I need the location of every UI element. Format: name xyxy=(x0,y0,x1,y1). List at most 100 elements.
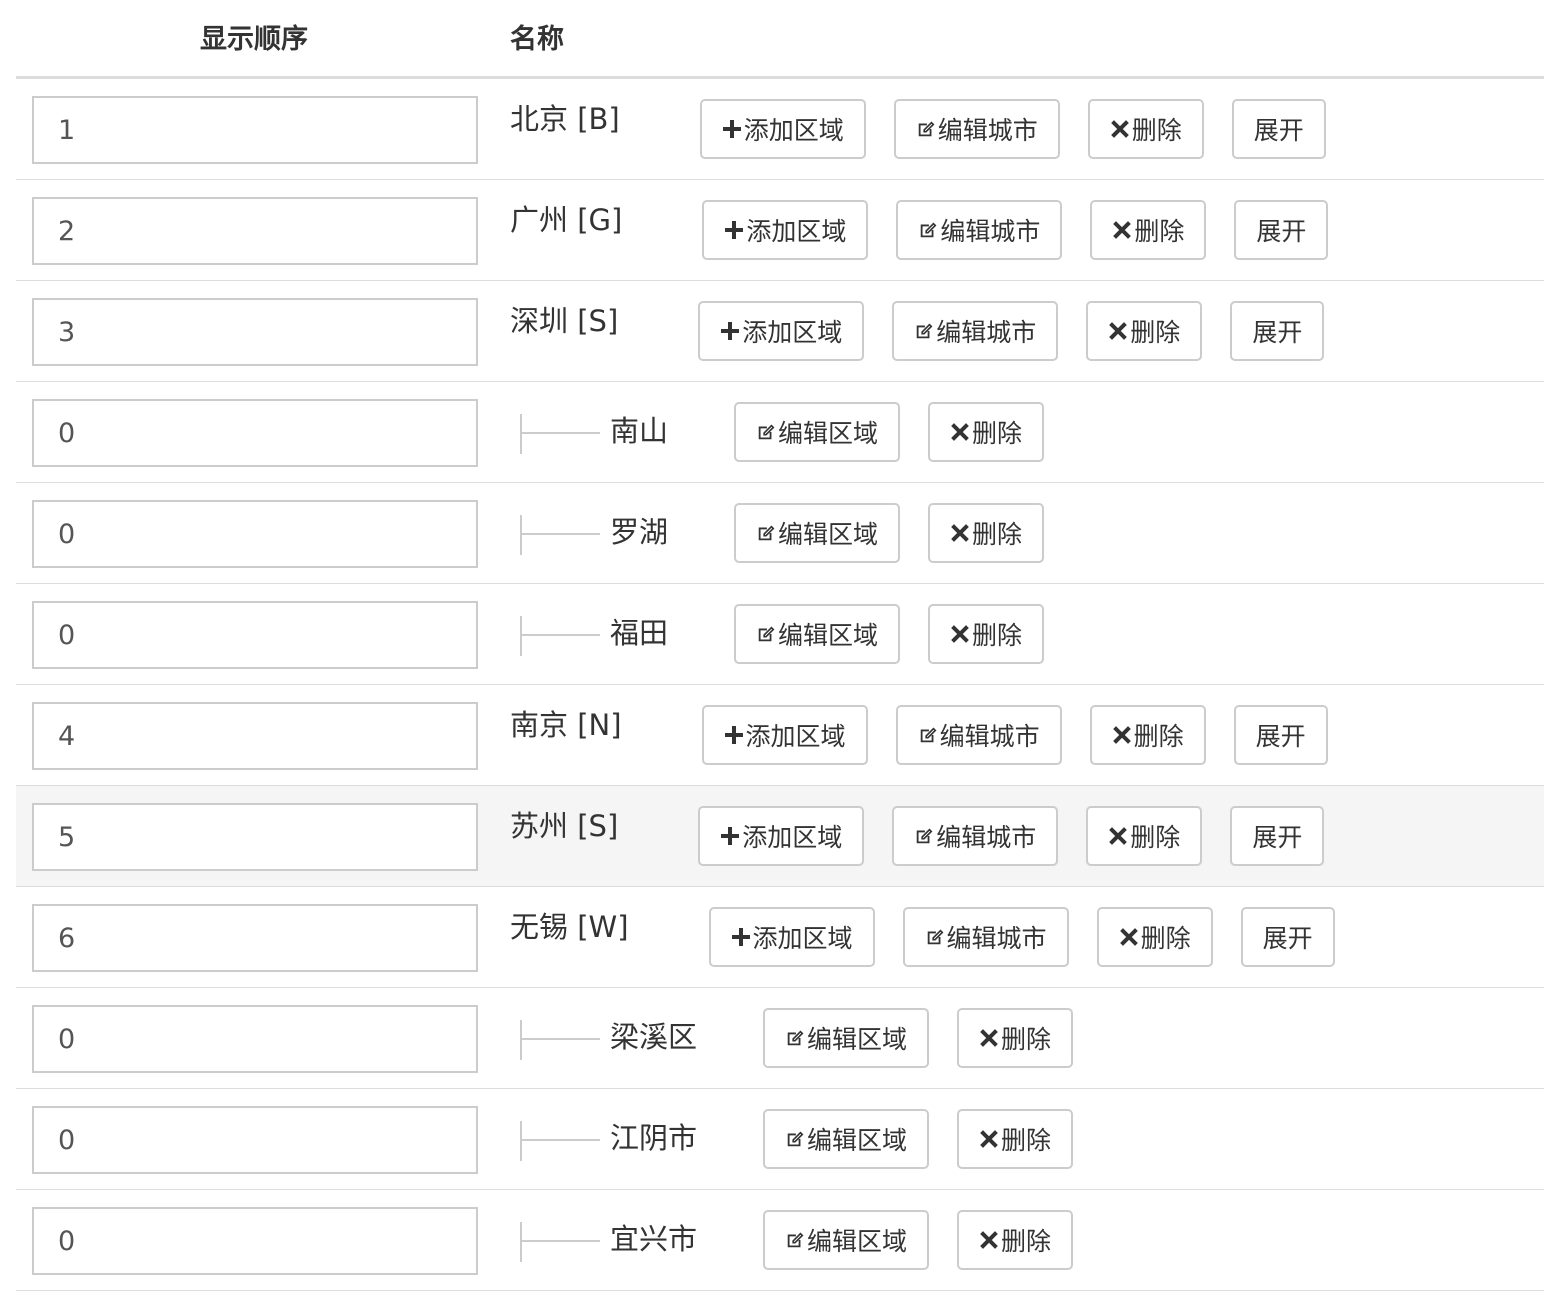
display-order-input[interactable] xyxy=(32,1005,478,1073)
delete-button[interactable]: 删除 xyxy=(1096,907,1213,967)
delete-button[interactable]: 删除 xyxy=(1086,806,1203,866)
name-cell: 苏州 [S] 添加区域 编辑城市 删除 展开 xyxy=(510,786,1352,886)
add-area-button[interactable]: 添加区域 xyxy=(708,907,875,967)
area-name: 宜兴市 xyxy=(610,1222,698,1256)
display-order-input[interactable] xyxy=(32,500,478,568)
edit-icon xyxy=(914,320,934,342)
tree-branch-icon xyxy=(520,1121,600,1161)
edit-icon xyxy=(756,623,776,645)
delete-button[interactable]: 删除 xyxy=(957,1008,1074,1068)
tree-branch-icon xyxy=(520,1222,600,1262)
delete-button-label: 删除 xyxy=(1001,1126,1052,1155)
delete-button-label: 删除 xyxy=(1140,924,1191,953)
plus-icon xyxy=(731,926,751,948)
row-actions: 添加区域 编辑城市 删除 展开 xyxy=(698,806,1352,866)
display-order-input[interactable] xyxy=(32,197,478,265)
plus-icon xyxy=(720,825,740,847)
edit-icon xyxy=(914,825,934,847)
display-order-input[interactable] xyxy=(32,601,478,669)
display-order-input[interactable] xyxy=(32,904,478,972)
row-actions: 添加区域 编辑城市 删除 展开 xyxy=(708,907,1363,967)
expand-button[interactable]: 展开 xyxy=(1234,200,1329,260)
plus-icon xyxy=(724,724,744,746)
display-order-input[interactable] xyxy=(32,96,478,164)
expand-button[interactable]: 展开 xyxy=(1230,301,1325,361)
edit-area-button[interactable]: 编辑区域 xyxy=(734,503,901,563)
row-actions: 添加区域 编辑城市 删除 展开 xyxy=(698,301,1352,361)
edit-city-button-label: 编辑城市 xyxy=(936,823,1037,852)
add-area-button[interactable]: 添加区域 xyxy=(701,705,868,765)
edit-area-button[interactable]: 编辑区域 xyxy=(734,402,901,462)
delete-button[interactable]: 删除 xyxy=(1087,99,1204,159)
delete-button[interactable]: 删除 xyxy=(957,1210,1074,1270)
city-row: 无锡 [W] 添加区域 编辑城市 删除 展开 xyxy=(16,887,1544,988)
edit-icon xyxy=(785,1128,805,1150)
plus-icon xyxy=(722,118,742,140)
edit-city-button[interactable]: 编辑城市 xyxy=(902,907,1069,967)
name-cell: 广州 [G] 添加区域 编辑城市 删除 展开 xyxy=(510,180,1356,280)
edit-city-button[interactable]: 编辑城市 xyxy=(893,99,1060,159)
name-cell: 福田 编辑区域 删除 xyxy=(510,584,1072,684)
display-order-input[interactable] xyxy=(32,298,478,366)
close-icon xyxy=(1112,724,1132,746)
edit-city-button-label: 编辑城市 xyxy=(946,924,1047,953)
name-cell: 宜兴市 编辑区域 删除 xyxy=(510,1190,1101,1290)
delete-button-label: 删除 xyxy=(972,419,1023,448)
close-icon xyxy=(1112,219,1132,241)
delete-button-label: 删除 xyxy=(1133,722,1184,751)
display-order-input[interactable] xyxy=(32,1207,478,1275)
add-area-button[interactable]: 添加区域 xyxy=(698,806,865,866)
edit-icon xyxy=(785,1229,805,1251)
city-row: 北京 [B] 添加区域 编辑城市 删除 展开 xyxy=(16,79,1544,180)
add-area-button[interactable]: 添加区域 xyxy=(702,200,869,260)
edit-icon xyxy=(756,421,776,443)
add-area-button[interactable]: 添加区域 xyxy=(699,99,866,159)
edit-area-button[interactable]: 编辑区域 xyxy=(734,604,901,664)
delete-button-label: 删除 xyxy=(1001,1227,1052,1256)
area-name: 梁溪区 xyxy=(610,1020,698,1054)
area-name: 罗湖 xyxy=(610,515,669,549)
city-name: 广州 [G] xyxy=(510,203,623,237)
edit-icon xyxy=(925,926,945,948)
edit-area-button[interactable]: 编辑区域 xyxy=(763,1210,930,1270)
delete-button[interactable]: 删除 xyxy=(1089,705,1206,765)
close-icon xyxy=(1119,926,1139,948)
edit-city-button-label: 编辑城市 xyxy=(936,318,1037,347)
delete-button[interactable]: 删除 xyxy=(928,604,1045,664)
edit-city-button[interactable]: 编辑城市 xyxy=(895,705,1062,765)
add-area-button-label: 添加区域 xyxy=(752,924,853,953)
column-header-name: 名称 xyxy=(510,24,564,55)
edit-area-button-label: 编辑区域 xyxy=(778,520,879,549)
close-icon xyxy=(979,1229,999,1251)
delete-button[interactable]: 删除 xyxy=(1090,200,1207,260)
area-row: 梁溪区 编辑区域 删除 xyxy=(16,988,1544,1089)
delete-button[interactable]: 删除 xyxy=(928,503,1045,563)
display-order-input[interactable] xyxy=(32,1106,478,1174)
edit-area-button[interactable]: 编辑区域 xyxy=(763,1109,930,1169)
edit-icon xyxy=(756,522,776,544)
edit-city-button[interactable]: 编辑城市 xyxy=(892,806,1059,866)
expand-button-label: 展开 xyxy=(1256,217,1307,246)
close-icon xyxy=(979,1128,999,1150)
add-area-button[interactable]: 添加区域 xyxy=(698,301,865,361)
display-order-input[interactable] xyxy=(32,702,478,770)
expand-button-label: 展开 xyxy=(1252,318,1303,347)
delete-button[interactable]: 删除 xyxy=(928,402,1045,462)
expand-button-label: 展开 xyxy=(1252,823,1303,852)
edit-city-button[interactable]: 编辑城市 xyxy=(892,301,1059,361)
expand-button[interactable]: 展开 xyxy=(1230,806,1325,866)
area-row: 福田 编辑区域 删除 xyxy=(16,584,1544,685)
delete-button[interactable]: 删除 xyxy=(957,1109,1074,1169)
name-cell: 罗湖 编辑区域 删除 xyxy=(510,483,1072,583)
delete-button-label: 删除 xyxy=(1131,116,1182,145)
display-order-input[interactable] xyxy=(32,399,478,467)
edit-icon xyxy=(918,724,938,746)
expand-button[interactable]: 展开 xyxy=(1231,99,1326,159)
display-order-input[interactable] xyxy=(32,803,478,871)
delete-button[interactable]: 删除 xyxy=(1086,301,1203,361)
edit-area-button[interactable]: 编辑区域 xyxy=(763,1008,930,1068)
expand-button[interactable]: 展开 xyxy=(1240,907,1335,967)
expand-button[interactable]: 展开 xyxy=(1233,705,1328,765)
tree-branch-icon xyxy=(520,515,600,555)
edit-city-button[interactable]: 编辑城市 xyxy=(896,200,1063,260)
